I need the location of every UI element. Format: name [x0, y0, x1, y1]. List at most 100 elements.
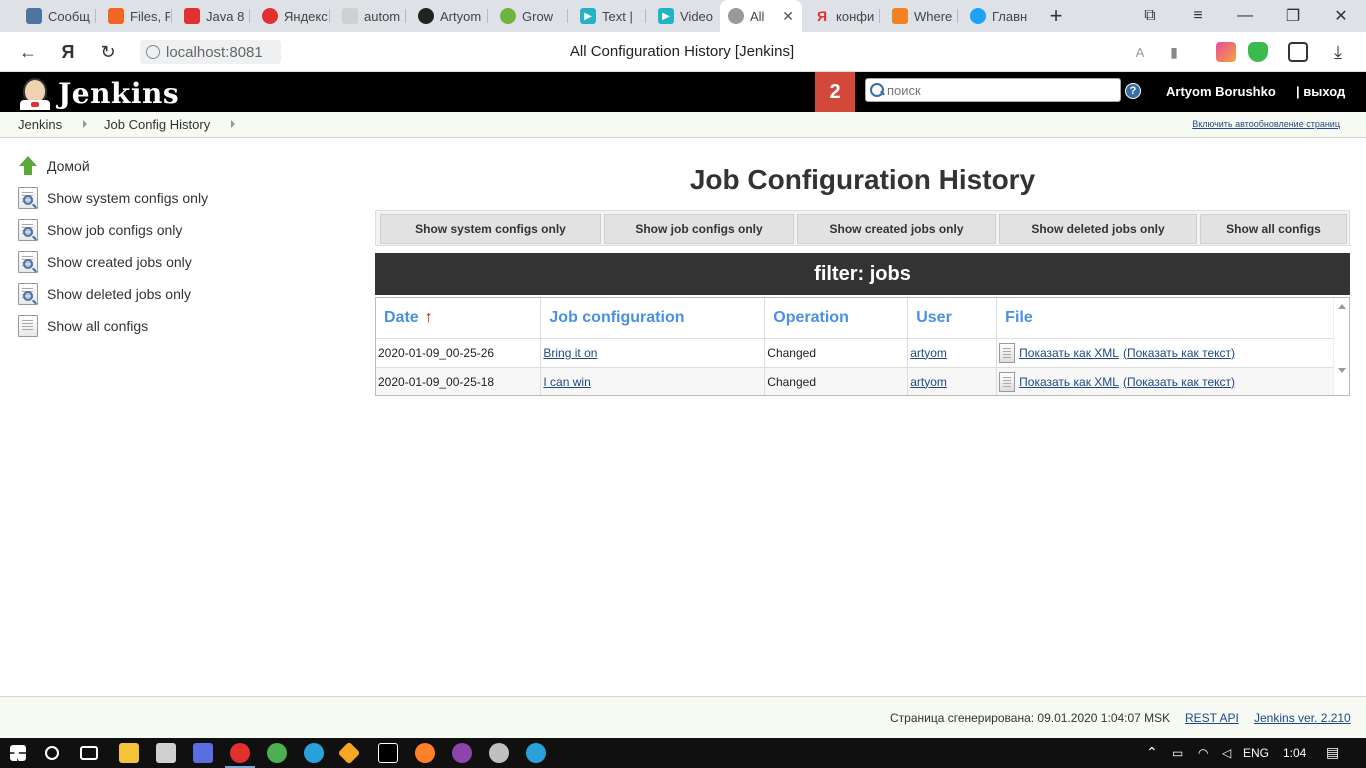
browser-tab-active[interactable]: All ✕: [720, 0, 802, 32]
sidebar-item-created-jobs[interactable]: Show created jobs only: [18, 250, 192, 274]
show-deleted-jobs-button[interactable]: Show deleted jobs only: [999, 214, 1197, 244]
show-as-xml-link[interactable]: Показать как XML: [1019, 346, 1119, 360]
windows-start-icon[interactable]: [10, 745, 26, 761]
tab-separator: [405, 9, 406, 23]
job-link[interactable]: I can win: [543, 375, 590, 389]
column-header-job[interactable]: Job configuration: [540, 298, 766, 339]
search-box: [865, 78, 1121, 102]
sidebar-item-all-configs[interactable]: Show all configs: [18, 314, 148, 338]
extension-icon[interactable]: [1216, 42, 1236, 62]
new-tab-button[interactable]: +: [1033, 0, 1079, 32]
show-as-text-link[interactable]: (Показать как текст): [1123, 375, 1235, 389]
show-created-jobs-button[interactable]: Show created jobs only: [797, 214, 996, 244]
tab-separator: [95, 9, 96, 23]
sidebar-item-home[interactable]: Домой: [18, 154, 90, 178]
notifications-icon[interactable]: ▤: [1326, 744, 1339, 761]
file-explorer-icon[interactable]: [119, 743, 139, 763]
browser-tab[interactable]: Яндекс: [254, 4, 328, 28]
chrome-icon[interactable]: [267, 743, 287, 763]
scroll-down-icon[interactable]: [1338, 368, 1346, 373]
clock[interactable]: 1:04: [1283, 746, 1306, 760]
help-icon[interactable]: ?: [1125, 83, 1141, 99]
adguard-shield-icon[interactable]: [1248, 42, 1268, 62]
column-header-file[interactable]: File: [996, 298, 1334, 339]
column-header-user[interactable]: User: [907, 298, 998, 339]
column-header-operation[interactable]: Operation: [764, 298, 909, 339]
language-indicator[interactable]: ENG: [1243, 746, 1269, 760]
calculator-icon[interactable]: [156, 743, 176, 763]
rest-api-link[interactable]: REST API: [1185, 711, 1239, 725]
stackoverflow-icon: [892, 8, 908, 24]
browser-tab[interactable]: Where: [884, 4, 956, 28]
discord-icon[interactable]: [193, 743, 213, 763]
breadcrumb-arrow-icon[interactable]: [231, 120, 235, 128]
sort-arrow-icon: ↑: [424, 308, 433, 326]
task-view-icon[interactable]: [80, 746, 98, 760]
logout-link[interactable]: | выход: [1296, 84, 1345, 99]
history-table-container: Date ↑ Job configuration Operation User F…: [375, 297, 1350, 396]
browser-tab[interactable]: Grow: [492, 4, 566, 28]
show-as-text-link[interactable]: (Показать как текст): [1123, 346, 1235, 360]
translate-icon[interactable]: A: [1128, 40, 1152, 64]
search-icon[interactable]: [45, 746, 59, 760]
job-link[interactable]: Bring it on: [543, 346, 597, 360]
browser-tab[interactable]: ▶ Video: [650, 4, 718, 28]
sidebar-item-deleted-jobs[interactable]: Show deleted jobs only: [18, 282, 191, 306]
minimize-icon[interactable]: —: [1222, 0, 1268, 32]
tab-label: Artyom: [440, 8, 482, 24]
show-system-configs-button[interactable]: Show system configs only: [380, 214, 601, 244]
breadcrumb-jenkins[interactable]: Jenkins: [18, 117, 62, 132]
back-arrow-icon[interactable]: ←: [16, 40, 40, 64]
tray-chevron-up-icon[interactable]: ⌃: [1146, 744, 1158, 761]
telegram-icon[interactable]: [526, 743, 546, 763]
git-icon[interactable]: [337, 741, 361, 765]
enable-autorefresh-link[interactable]: Включить автообновление страниц: [1192, 119, 1340, 129]
url-field[interactable]: localhost:8081: [140, 40, 281, 64]
browser-tab[interactable]: Files, F: [100, 4, 170, 28]
battery-icon[interactable]: ▭: [1172, 746, 1183, 760]
settings-gear-icon[interactable]: [489, 743, 509, 763]
close-tab-icon[interactable]: ✕: [782, 8, 794, 25]
browser-tab[interactable]: Artyom: [410, 4, 486, 28]
wifi-icon[interactable]: ◠: [1198, 746, 1208, 760]
user-link[interactable]: artyom: [910, 375, 947, 389]
scroll-up-icon[interactable]: [1338, 304, 1346, 309]
sidebar-item-system-configs[interactable]: Show system configs only: [18, 186, 208, 210]
user-link[interactable]: Artyom Borushko: [1166, 84, 1276, 99]
jenkins-version-link[interactable]: Jenkins ver. 2.210: [1254, 711, 1351, 725]
search-input[interactable]: [887, 82, 1112, 98]
app-icon[interactable]: [452, 743, 472, 763]
volume-icon[interactable]: ◁: [1222, 746, 1231, 760]
breadcrumb-job-config-history[interactable]: Job Config History: [104, 117, 210, 132]
telegram-icon[interactable]: [304, 743, 324, 763]
bookmark-icon[interactable]: ▮: [1162, 40, 1186, 64]
browser-tab[interactable]: Я конфи: [806, 4, 878, 28]
app-icon[interactable]: [415, 743, 435, 763]
browser-tab[interactable]: Java 8: [176, 4, 248, 28]
browser-tab[interactable]: autom: [334, 4, 404, 28]
close-window-icon[interactable]: ✕: [1318, 0, 1364, 32]
show-all-configs-button[interactable]: Show all configs: [1200, 214, 1347, 244]
menu-icon[interactable]: ≡: [1175, 0, 1221, 32]
breadcrumb-arrow-icon[interactable]: [83, 120, 87, 128]
download-icon[interactable]: ⤓: [1326, 40, 1350, 64]
show-as-xml-link[interactable]: Показать как XML: [1019, 375, 1119, 389]
browser-tab[interactable]: ▶ Text |: [572, 4, 644, 28]
yandex-browser-icon[interactable]: [230, 743, 250, 763]
notification-badge[interactable]: 2: [815, 72, 855, 112]
jenkins-logo[interactable]: Jenkins: [18, 76, 179, 110]
intellij-icon[interactable]: [378, 743, 398, 763]
show-job-configs-button[interactable]: Show job configs only: [604, 214, 794, 244]
restore-icon[interactable]: ❐: [1270, 0, 1316, 32]
yandex-home-button[interactable]: Я: [56, 40, 80, 64]
table-scrollbar[interactable]: [1333, 298, 1349, 395]
sidebar-item-job-configs[interactable]: Show job configs only: [18, 218, 182, 242]
browser-tab[interactable]: Главн: [962, 4, 1034, 28]
user-link[interactable]: artyom: [910, 346, 947, 360]
reader-icon[interactable]: [1288, 42, 1308, 62]
browser-tab[interactable]: Сообщ: [18, 4, 94, 28]
bookmarks-icon[interactable]: ⧉: [1127, 0, 1173, 32]
file-cell: Показать как XML (Показать как текст): [996, 338, 1334, 368]
column-header-date[interactable]: Date ↑: [376, 298, 542, 339]
reload-icon[interactable]: ↻: [96, 40, 120, 64]
